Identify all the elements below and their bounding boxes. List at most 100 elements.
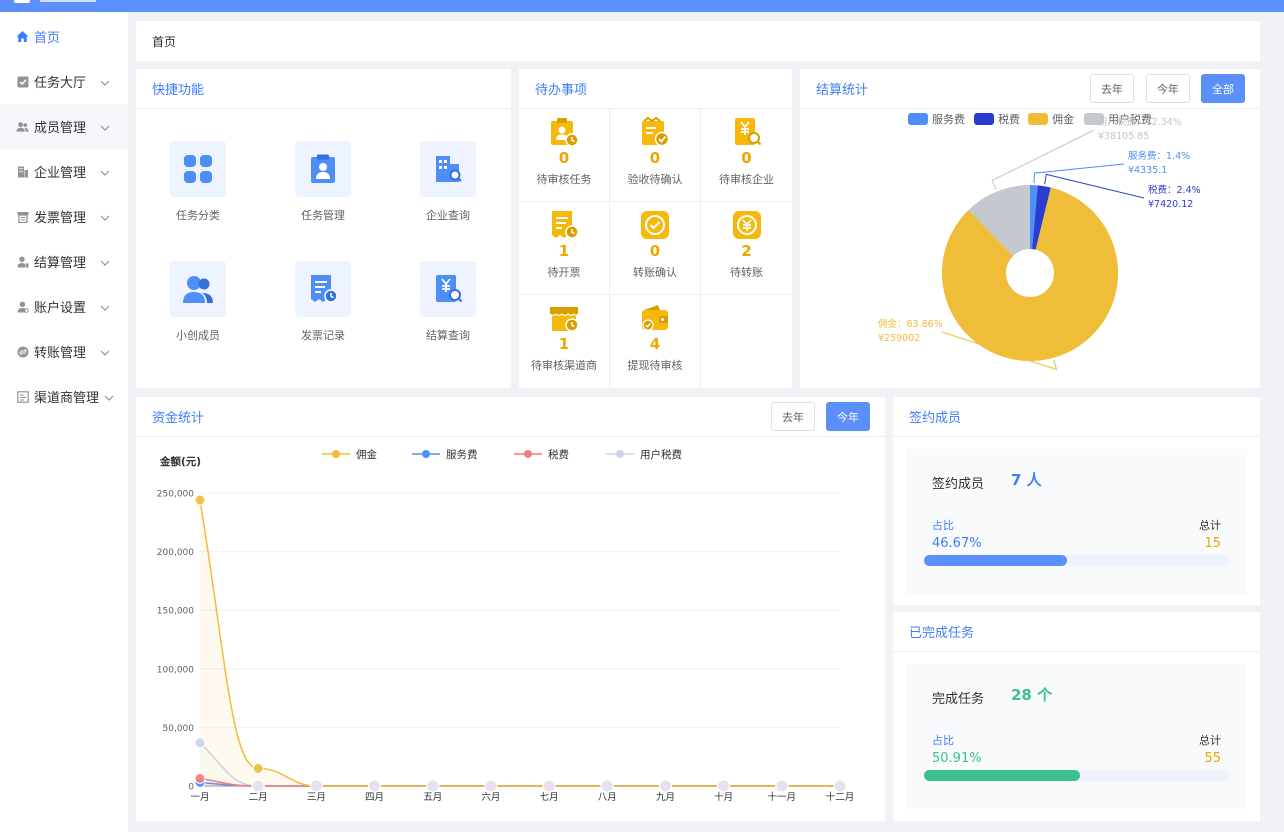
channel-icon [16,390,29,403]
data-point[interactable] [600,779,614,793]
data-point[interactable] [717,779,731,793]
todo-label: 转账确认 [633,266,677,279]
all-button[interactable]: 全部 [1201,74,1245,103]
quick-task-category[interactable]: 任务分类 [148,141,248,223]
chevron-down-icon [100,345,110,360]
todo-label: 验收待确认 [627,173,683,186]
todo-label: 提现待审核 [627,359,683,372]
data-point[interactable] [252,762,264,774]
progress-fill [924,555,1067,566]
chevron-down-icon [104,390,114,405]
y-tick-label: 50,000 [163,724,195,734]
legend-item[interactable]: 服务费 [412,448,478,461]
breadcrumb-home[interactable]: 首页 [152,33,176,50]
sidebar-item-members[interactable]: 成员管理 [0,104,128,149]
fund-this-year-button[interactable]: 今年 [826,402,870,431]
legend-item[interactable]: 税费 [514,448,569,461]
account-icon [16,300,29,313]
todo-pending-channel-review[interactable]: 1 待审核渠道商 [519,295,610,388]
series-area [200,742,840,786]
x-tick-label: 九月 [656,791,675,803]
x-tick-label: 四月 [365,792,384,803]
y-tick-label: 250,000 [157,490,194,500]
todo-acceptance-confirm[interactable]: 0 验收待确认 [610,109,701,202]
data-point[interactable] [775,779,789,793]
svg-text:用户税费: 用户税费 [640,448,682,461]
todo-withdraw-review[interactable]: 4 提现待审核 [610,295,701,388]
series-area [200,500,840,786]
sidebar-item-channel[interactable]: 渠道商管理 [0,374,128,419]
todo-label: 待转账 [730,266,763,279]
chevron-down-icon [100,255,110,270]
acceptance-icon [640,117,670,147]
todo-pending-transfer[interactable]: 2 待转账 [701,202,792,295]
quick-members[interactable]: 小创成员 [148,261,248,343]
legend-item[interactable]: 佣金 [1028,112,1074,126]
todo-pending-task-review[interactable]: 0 待审核任务 [519,109,610,202]
sidebar-item-task-hall[interactable]: 任务大厅 [0,59,128,104]
invoice-icon [16,210,29,223]
data-point[interactable] [484,779,498,793]
last-year-button[interactable]: 去年 [1090,74,1134,103]
quick-enterprise-search[interactable]: 企业查询 [398,141,498,223]
todo-label: 待审核任务 [536,173,592,186]
settlement-panel: 结算统计 去年 今年 全部 服务费 税费 佣金 用户税费 用户税费：12.34% ¥381… [800,69,1260,388]
sidebar-item-enterprise[interactable]: 企业管理 [0,149,128,194]
this-year-button[interactable]: 今年 [1146,74,1190,103]
slice-amount-label: ¥7420.12 [1148,199,1193,210]
legend-item[interactable]: 服务费 [908,113,965,126]
todo-pending-enterprise-review[interactable]: 0 待审核企业 [701,109,792,202]
sidebar-item-account[interactable]: 账户设置 [0,284,128,329]
chevron-down-icon [100,165,110,180]
ratio-value: 50.91% [932,751,982,766]
sidebar-item-label: 发票管理 [34,211,87,226]
quick-settlement-search[interactable]: 结算查询 [398,261,498,343]
total-value: 15 [1204,536,1221,551]
data-point[interactable] [194,494,206,506]
stat-value: 28 个 [1011,686,1053,704]
data-point[interactable] [426,779,440,793]
enterprise-review-icon [732,117,762,147]
label-leader-line [1033,163,1125,184]
signed-members-panel: 签约成员 签约成员 7 人 占比 总计 46.67% 15 [893,397,1260,605]
data-point[interactable] [194,772,206,784]
quick-functions-panel: 快捷功能 任务分类 任务管理 企业查询 小创成员 发票记录 结算查询 [136,69,511,388]
completed-tasks-panel: 已完成任务 完成任务 28 个 占比 总计 50.91% 55 [893,612,1260,821]
sidebar-item-invoice[interactable]: 发票管理 [0,194,128,239]
data-point[interactable] [658,779,672,793]
transfer-icon [16,345,29,358]
slice-amount-label: ¥38105.85 [1098,131,1149,142]
progress-track [924,770,1230,781]
sidebar-item-label: 结算管理 [34,256,87,271]
quick-invoice-record[interactable]: 发票记录 [273,261,373,343]
logo-icon [14,0,30,3]
quick-item-label: 结算查询 [426,329,470,342]
sidebar-item-label: 任务大厅 [34,76,87,91]
todo-pending-invoice[interactable]: 1 待开票 [519,202,610,295]
settlement-title: 结算统计 [800,69,1260,109]
todo-count: 2 [741,242,752,260]
svg-text:服务费: 服务费 [446,448,478,461]
data-point[interactable] [309,779,323,793]
data-point[interactable] [542,779,556,793]
todo-label: 待审核渠道商 [531,359,597,372]
todo-count: 0 [558,149,570,167]
legend-item[interactable]: 用户税费 [606,448,682,461]
sidebar-item-transfer[interactable]: 转账管理 [0,329,128,374]
legend-item[interactable]: 税费 [974,112,1020,126]
data-point[interactable] [368,779,382,793]
todo-label: 待开票 [547,266,581,279]
sidebar-item-settlement[interactable]: 结算管理 [0,239,128,284]
fund-last-year-button[interactable]: 去年 [771,402,815,431]
invoice-pending-icon [549,210,579,240]
data-point[interactable] [833,779,847,793]
todo-panel: 待办事项 0 待审核任务 0 验收待确认 0 待审核企业 1 待开票 0 转账确… [519,69,792,388]
data-point[interactable] [194,737,206,749]
channel-review-icon [549,303,579,333]
quick-item-label: 发票记录 [301,329,345,342]
legend-item[interactable]: 佣金 [322,448,377,461]
sidebar-item-home[interactable]: 首页 [0,14,128,59]
todo-transfer-confirm[interactable]: 0 转账确认 [610,202,701,295]
data-point[interactable] [251,779,265,793]
quick-task-management[interactable]: 任务管理 [273,141,373,223]
